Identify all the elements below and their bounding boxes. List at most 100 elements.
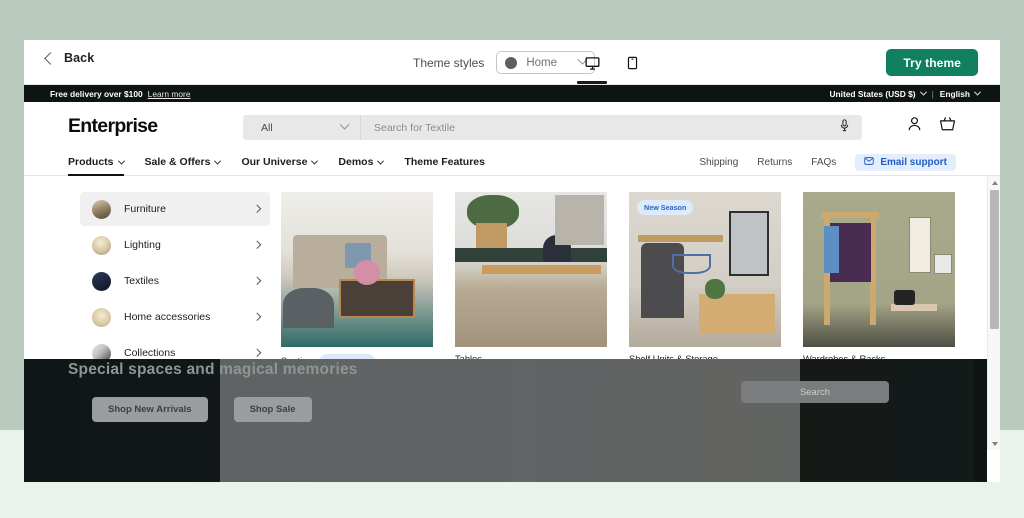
category-label: Furniture	[124, 203, 167, 215]
hero-button-group: Shop New Arrivals Shop Sale	[92, 397, 312, 422]
nav-label: Sale & Offers	[144, 156, 211, 168]
chevron-right-icon	[252, 241, 261, 249]
store-logo[interactable]: Enterprise	[68, 115, 158, 138]
microphone-icon[interactable]	[839, 118, 850, 137]
language-selector[interactable]: English	[939, 88, 982, 99]
chevron-right-icon	[252, 205, 261, 213]
home-accessories-thumb	[92, 307, 111, 327]
product-card-shelf-units-storage[interactable]: New Season Shelf Units & Storage	[629, 192, 781, 368]
desktop-preview-button[interactable]	[577, 52, 607, 84]
category-label: Home accessories	[124, 311, 211, 323]
lighting-thumb	[92, 235, 111, 255]
store-header: Enterprise All Search for Textile	[24, 102, 1000, 148]
chevron-right-icon	[252, 277, 261, 285]
style-color-swatch-icon	[505, 56, 518, 69]
textiles-thumb	[92, 271, 111, 291]
nav-label: Theme Features	[404, 156, 485, 168]
announcement-bar: Free delivery over $100 Learn more Unite…	[24, 85, 1000, 102]
language-label: English	[939, 88, 970, 99]
product-card-seating[interactable]: Seating New Season	[281, 192, 433, 368]
nav-item-our-universe[interactable]: Our Universe	[241, 148, 319, 176]
shop-new-arrivals-button[interactable]: Shop New Arrivals	[92, 397, 208, 422]
secondary-nav-items: Shipping Returns FAQs Email support	[699, 148, 956, 176]
primary-nav-items: Products Sale & Offers Our Universe Demo…	[68, 148, 485, 176]
category-item-textiles[interactable]: Textiles	[80, 264, 270, 298]
chevron-down-icon	[377, 157, 385, 165]
chevron-down-icon	[919, 88, 927, 96]
mobile-preview-button[interactable]	[622, 52, 642, 74]
category-label: Lighting	[124, 239, 161, 251]
product-card-wardrobes-racks[interactable]: Wardrobes & Racks	[803, 192, 955, 368]
category-label: Collections	[124, 347, 176, 359]
nav-link-returns[interactable]: Returns	[757, 157, 792, 168]
envelope-icon	[864, 156, 875, 168]
hero-section-dimmed: Special spaces and magical memories Shop…	[24, 359, 987, 482]
theme-editor-toolbar: Back Theme styles Home Try theme	[24, 40, 1000, 85]
chevron-left-icon	[44, 51, 57, 65]
category-label: Textiles	[124, 275, 160, 287]
active-device-indicator	[577, 81, 607, 84]
mega-menu-scrollbar[interactable]	[987, 176, 1000, 450]
back-button-label: Back	[64, 51, 95, 65]
nav-item-products[interactable]: Products	[68, 148, 125, 176]
theme-styles-label: Theme styles	[413, 55, 485, 70]
theme-style-value: Home	[526, 56, 558, 69]
product-card-tables[interactable]: Tables	[455, 192, 607, 368]
storefront-preview: Free delivery over $100 Learn more Unite…	[24, 85, 1000, 482]
nav-link-faqs[interactable]: FAQs	[811, 157, 836, 168]
product-card-image: New Season	[629, 192, 781, 347]
try-theme-button[interactable]: Try theme	[886, 49, 978, 76]
nav-label: Our Universe	[241, 156, 308, 168]
email-support-button[interactable]: Email support	[855, 153, 956, 171]
search-bar: All Search for Textile	[243, 115, 862, 140]
new-season-badge: New Season	[637, 200, 694, 215]
shop-sale-button[interactable]: Shop Sale	[233, 397, 312, 422]
chevron-down-icon	[311, 157, 319, 165]
announcement-message: Free delivery over $100	[50, 88, 143, 99]
back-button[interactable]: Back	[44, 51, 95, 65]
category-item-furniture[interactable]: Furniture	[80, 192, 270, 226]
chevron-down-icon	[339, 119, 350, 130]
category-item-lighting[interactable]: Lighting	[80, 228, 270, 262]
header-icon-group	[907, 116, 956, 137]
chevron-down-icon	[117, 157, 125, 165]
product-card-image	[455, 192, 607, 347]
hero-edge-strip	[974, 359, 987, 482]
screen-root: Back Theme styles Home Try theme Free de…	[0, 0, 1024, 518]
hero-search-input[interactable]: Search	[741, 381, 889, 403]
country-label: United States (USD $)	[829, 88, 916, 99]
search-category-value: All	[261, 121, 273, 134]
main-navigation: Products Sale & Offers Our Universe Demo…	[24, 148, 1000, 176]
nav-item-demos[interactable]: Demos	[338, 148, 385, 176]
scroll-up-arrow-icon[interactable]	[988, 176, 1000, 189]
nav-item-theme-features[interactable]: Theme Features	[404, 148, 485, 176]
theme-preview-window: Back Theme styles Home Try theme Free de…	[24, 40, 1000, 482]
chevron-right-icon	[252, 313, 261, 321]
category-item-home-accessories[interactable]: Home accessories	[80, 300, 270, 334]
search-category-select[interactable]: All	[243, 115, 361, 140]
shopping-basket-icon[interactable]	[939, 116, 956, 137]
product-card-image	[803, 192, 955, 347]
nav-label: Products	[68, 156, 114, 168]
account-person-icon[interactable]	[907, 116, 922, 137]
locale-separator: |	[931, 88, 934, 99]
scrollbar-thumb[interactable]	[990, 190, 999, 329]
chevron-down-icon	[214, 157, 222, 165]
product-card-image	[281, 192, 433, 347]
device-preview-toggles	[577, 52, 642, 84]
country-selector[interactable]: United States (USD $)	[829, 88, 927, 99]
nav-link-shipping[interactable]: Shipping	[699, 157, 738, 168]
search-input[interactable]: Search for Textile	[361, 122, 839, 134]
hero-headline: Special spaces and magical memories	[68, 361, 358, 378]
scroll-down-arrow-icon[interactable]	[988, 437, 1000, 450]
furniture-thumb	[92, 199, 111, 219]
theme-styles-group: Theme styles Home	[413, 51, 596, 74]
learn-more-link[interactable]: Learn more	[148, 89, 191, 99]
locale-selectors: United States (USD $) | English	[829, 88, 982, 99]
announcement-message-group: Free delivery over $100 Learn more	[50, 89, 190, 99]
nav-item-sale-offers[interactable]: Sale & Offers	[144, 148, 222, 176]
theme-style-select[interactable]: Home	[496, 51, 596, 74]
email-support-label: Email support	[880, 156, 947, 168]
chevron-right-icon	[252, 349, 261, 357]
nav-label: Demos	[338, 156, 374, 168]
